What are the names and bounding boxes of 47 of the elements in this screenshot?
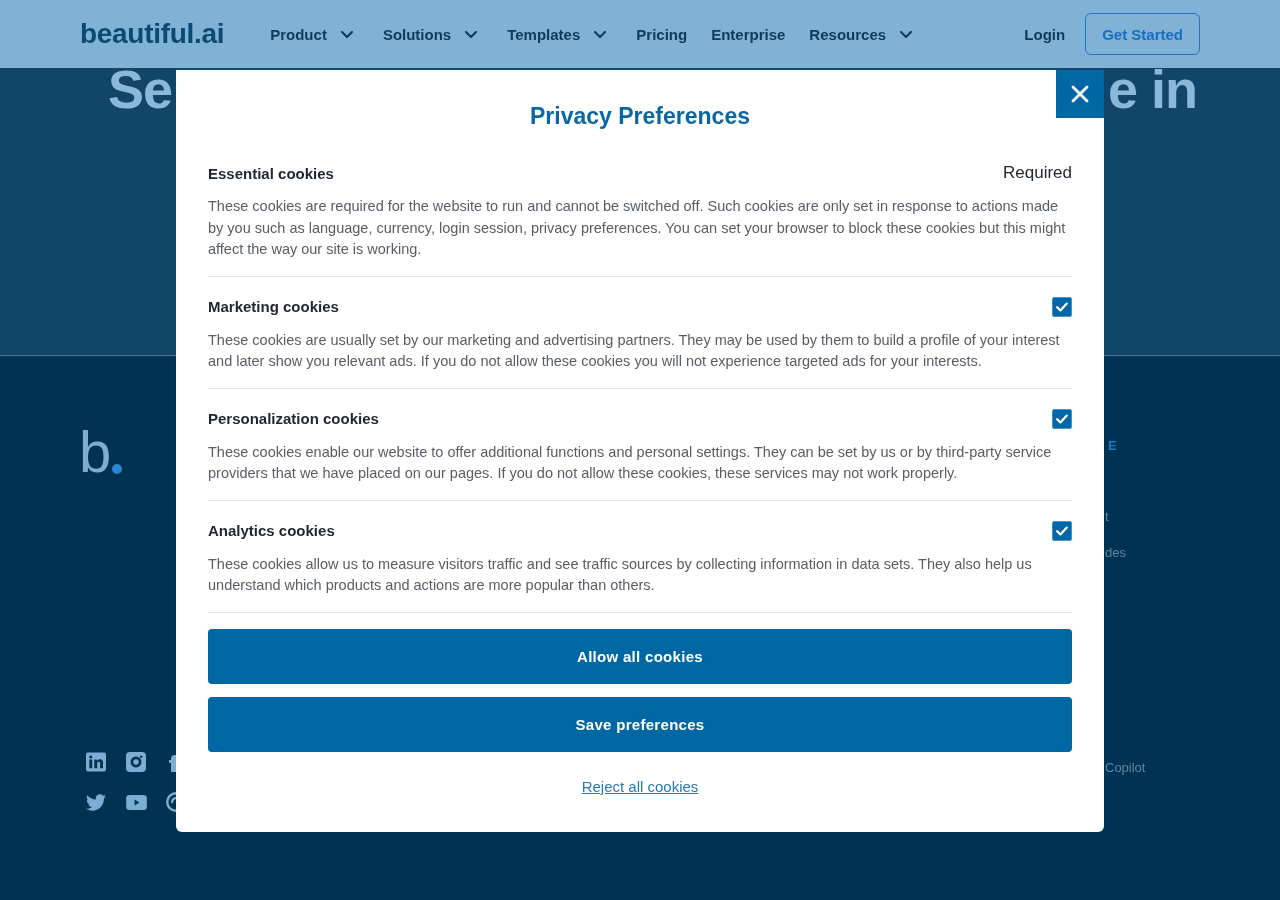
checkbox[interactable] [1052,296,1072,317]
nav-link[interactable]: Resources [809,25,919,43]
social-icon[interactable] [166,792,176,812]
checkmark-icon [1056,525,1068,536]
login-link[interactable]: Login [1024,25,1066,43]
action-button[interactable]: Allow all cookies [208,628,1072,684]
footer-link[interactable]: Copilot [1105,760,1146,776]
footer-link[interactable]: des [1105,545,1126,561]
text-link[interactable]: Reject all cookies [581,776,699,796]
section-title: Marketing cookies [208,298,339,315]
footer-heading: E [1108,438,1119,454]
chevron-down-icon [465,30,478,38]
nav-link[interactable]: Product [270,25,359,43]
nav-link[interactable]: Templates [507,25,613,43]
checkmark-icon [1056,301,1068,312]
status-text: Required [1003,163,1072,183]
footer-link[interactable]: t [1105,509,1109,525]
section-title: Personalization cookies [208,410,379,427]
action-button[interactable]: Save preferences [208,696,1072,752]
hero-heading: e in [1108,68,1198,111]
nav-link[interactable]: Enterprise [711,25,786,43]
section-title: Analytics cookies [208,522,335,539]
section-description: These cookies enable our website to offer additional functions and personal settings. They can be set by us or by third-party service providers that we have placed on our pages. If you do not allow these cookies, these services may not work properly. [208,442,1053,483]
modal-title: Privacy Preferences [529,102,751,131]
section-description: These cookies are required for the website to run and cannot be switched off. Such cookies are only set in response to actions made by you such as language, currency, login session, privacy preferences. You can set your browser to block these cookies but this might affect the way our site is working. [208,197,1067,259]
instagram-icon[interactable] [126,752,146,772]
youtube-icon[interactable] [126,794,147,810]
checkbox[interactable] [1052,520,1072,541]
checkmark-icon [1056,413,1068,424]
section-description: These cookies are usually set by our marketing and advertising partners. They may be used by them to build a profile of your interest and later show you relevant ads. If you do not allow these cookies you will not experience targeted ads for your interests. [208,330,1061,371]
hero-heading: Se [108,68,173,111]
chevron-down-icon [594,30,607,38]
chevron-down-icon [900,30,913,38]
social-icon[interactable] [166,752,176,772]
brand-logo: beautiful.ai [80,18,225,50]
section-title: Essential cookies [208,164,334,182]
nav-link[interactable]: Pricing [636,25,688,43]
checkbox[interactable] [1052,408,1072,429]
footer-logo-text: b [79,423,112,481]
twitter-icon[interactable] [86,793,106,811]
dot-icon [112,464,123,474]
linkedin-icon[interactable] [86,752,106,772]
close-icon [1071,85,1089,103]
nav-link[interactable]: Solutions [382,25,484,43]
chevron-down-icon [340,30,353,38]
section-description: These cookies allow us to measure visitors traffic and see traffic sources by collecting information in data sets. They also help us understand which products and actions are more popular than others. [208,554,1033,595]
close-button[interactable] [1056,70,1104,118]
